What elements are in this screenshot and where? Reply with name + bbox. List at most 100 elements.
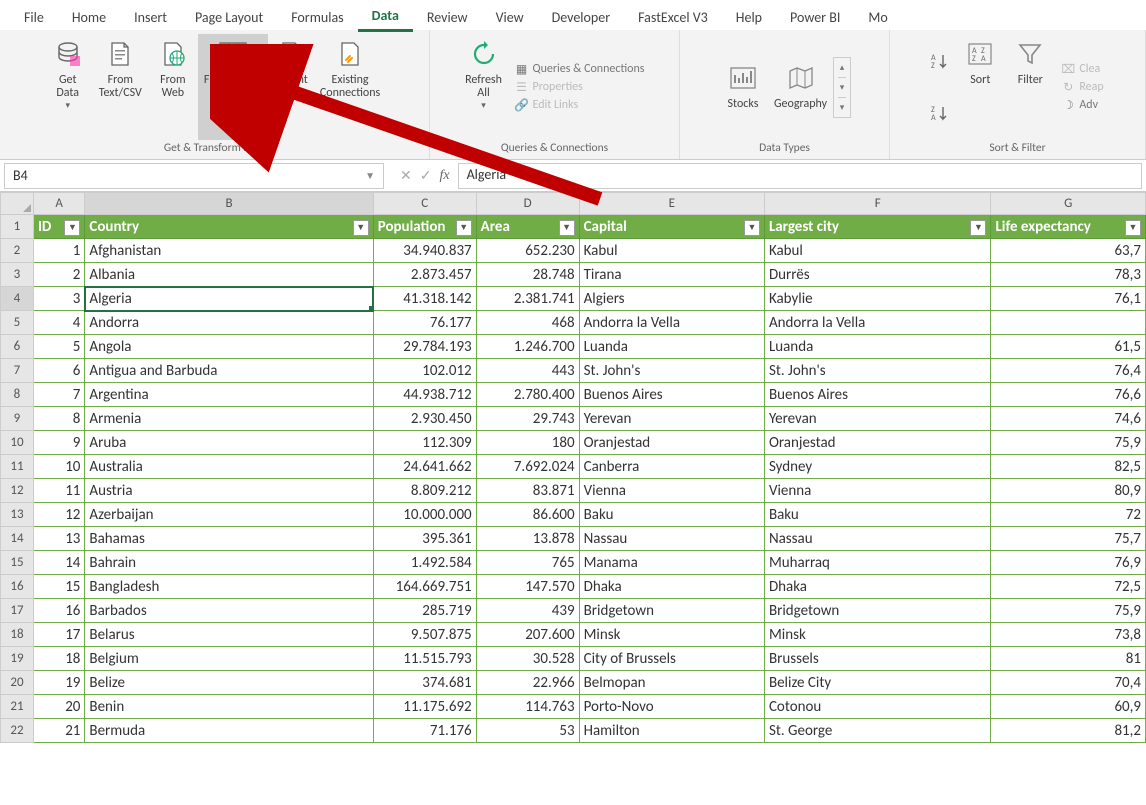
cell[interactable]: 53: [476, 719, 579, 743]
tab-mo[interactable]: Mo: [854, 4, 901, 31]
filter-dropdown-icon[interactable]: ▼: [456, 220, 472, 236]
cell[interactable]: Muharraq: [764, 551, 991, 575]
cell[interactable]: Afghanistan: [85, 239, 373, 263]
cell[interactable]: 11.175.692: [373, 695, 476, 719]
tab-fastexcel-v3[interactable]: FastExcel V3: [624, 4, 722, 31]
select-all-corner[interactable]: [1, 193, 34, 215]
cell[interactable]: Vienna: [764, 479, 991, 503]
row-header[interactable]: 11: [1, 455, 34, 479]
cell[interactable]: Belize City: [764, 671, 991, 695]
row-header[interactable]: 12: [1, 479, 34, 503]
from-text-csv-button[interactable]: From Text/CSV: [93, 34, 148, 140]
get-data-button[interactable]: Get Data ▾: [43, 34, 93, 140]
cell[interactable]: Andorra la Vella: [764, 311, 991, 335]
cell[interactable]: 652.230: [476, 239, 579, 263]
cell[interactable]: 2: [33, 263, 84, 287]
cell[interactable]: 9: [33, 431, 84, 455]
cell[interactable]: Luanda: [579, 335, 764, 359]
cell[interactable]: 72: [991, 503, 1146, 527]
stocks-button[interactable]: Stocks: [718, 58, 768, 115]
cell[interactable]: 72,5: [991, 575, 1146, 599]
cell[interactable]: St. John's: [764, 359, 991, 383]
cell[interactable]: Algeria: [85, 287, 373, 311]
table-header-cell[interactable]: Largest city▼: [764, 215, 991, 239]
cell[interactable]: Aruba: [85, 431, 373, 455]
cell[interactable]: Andorra la Vella: [579, 311, 764, 335]
cell[interactable]: 1.246.700: [476, 335, 579, 359]
column-header-B[interactable]: B: [85, 193, 373, 215]
cell[interactable]: Austria: [85, 479, 373, 503]
formula-input[interactable]: Algeria: [458, 163, 1142, 189]
row-header[interactable]: 19: [1, 647, 34, 671]
cell[interactable]: Belize: [85, 671, 373, 695]
cell[interactable]: Kabul: [579, 239, 764, 263]
cell[interactable]: 28.748: [476, 263, 579, 287]
cell[interactable]: Nassau: [764, 527, 991, 551]
tab-formulas[interactable]: Formulas: [277, 4, 357, 31]
cell[interactable]: Australia: [85, 455, 373, 479]
table-header-cell[interactable]: Life expectancy▼: [991, 215, 1146, 239]
tab-developer[interactable]: Developer: [538, 4, 624, 31]
tab-power-bi[interactable]: Power BI: [776, 4, 854, 31]
cell[interactable]: 112.309: [373, 431, 476, 455]
tab-review[interactable]: Review: [413, 4, 482, 31]
cell[interactable]: Belgium: [85, 647, 373, 671]
name-box[interactable]: B4 ▼: [4, 163, 384, 189]
column-header-C[interactable]: C: [373, 193, 476, 215]
row-header[interactable]: 4: [1, 287, 34, 311]
cell[interactable]: 20: [33, 695, 84, 719]
cell[interactable]: 76,4: [991, 359, 1146, 383]
cell[interactable]: 285.719: [373, 599, 476, 623]
cell[interactable]: Oranjestad: [579, 431, 764, 455]
reapply-button[interactable]: ↻ Reap: [1059, 79, 1105, 95]
cell[interactable]: 81: [991, 647, 1146, 671]
cell[interactable]: Buenos Aires: [764, 383, 991, 407]
column-header-G[interactable]: G: [991, 193, 1146, 215]
cell[interactable]: 439: [476, 599, 579, 623]
cell[interactable]: 61,5: [991, 335, 1146, 359]
cell[interactable]: [991, 311, 1146, 335]
row-header[interactable]: 10: [1, 431, 34, 455]
row-header[interactable]: 17: [1, 599, 34, 623]
cell[interactable]: Baku: [579, 503, 764, 527]
advanced-button[interactable]: ☽ Adv: [1059, 97, 1105, 113]
column-header-A[interactable]: A: [33, 193, 84, 215]
cell[interactable]: 76,9: [991, 551, 1146, 575]
cell[interactable]: 1: [33, 239, 84, 263]
cell[interactable]: Belarus: [85, 623, 373, 647]
row-header[interactable]: 9: [1, 407, 34, 431]
row-header[interactable]: 7: [1, 359, 34, 383]
cell[interactable]: Andorra: [85, 311, 373, 335]
tab-data[interactable]: Data: [358, 2, 413, 32]
table-header-cell[interactable]: ID▼: [33, 215, 84, 239]
cell[interactable]: 13: [33, 527, 84, 551]
cell[interactable]: 180: [476, 431, 579, 455]
cell[interactable]: 34.940.837: [373, 239, 476, 263]
cell[interactable]: 11.515.793: [373, 647, 476, 671]
scroll-more-icon[interactable]: ▾: [838, 97, 847, 117]
cell[interactable]: Kabul: [764, 239, 991, 263]
cell[interactable]: St. John's: [579, 359, 764, 383]
cell[interactable]: Baku: [764, 503, 991, 527]
properties-button[interactable]: ☰ Properties: [513, 79, 647, 95]
cell[interactable]: 17: [33, 623, 84, 647]
cancel-icon[interactable]: ✕: [400, 167, 412, 184]
row-header[interactable]: 8: [1, 383, 34, 407]
cell[interactable]: 41.318.142: [373, 287, 476, 311]
cell[interactable]: Bahamas: [85, 527, 373, 551]
column-header-E[interactable]: E: [579, 193, 764, 215]
cell[interactable]: St. George: [764, 719, 991, 743]
cell[interactable]: 78,3: [991, 263, 1146, 287]
cell[interactable]: 80,9: [991, 479, 1146, 503]
cell[interactable]: 7.692.024: [476, 455, 579, 479]
cell[interactable]: 8: [33, 407, 84, 431]
filter-dropdown-icon[interactable]: ▼: [64, 220, 80, 236]
row-header[interactable]: 6: [1, 335, 34, 359]
cell[interactable]: 76.177: [373, 311, 476, 335]
cell[interactable]: 16: [33, 599, 84, 623]
cell[interactable]: Canberra: [579, 455, 764, 479]
row-header[interactable]: 18: [1, 623, 34, 647]
filter-button[interactable]: Filter: [1005, 34, 1055, 140]
cell[interactable]: 207.600: [476, 623, 579, 647]
clear-button[interactable]: ⌧ Clea: [1059, 61, 1105, 77]
